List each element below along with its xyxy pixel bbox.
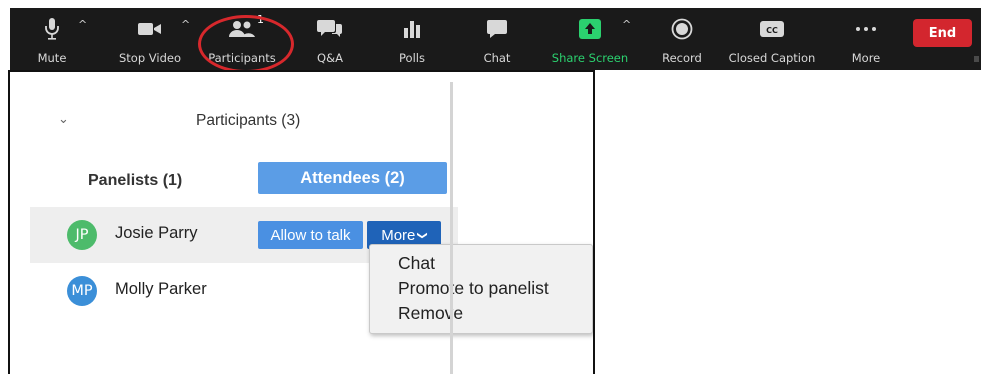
attendee-name: Josie Parry: [115, 224, 198, 242]
menu-item-chat[interactable]: Chat: [398, 253, 435, 274]
closed-caption-button[interactable]: CC Closed Caption: [727, 8, 817, 70]
polls-bars-icon: [402, 16, 422, 42]
participants-label: Participants: [208, 51, 276, 65]
share-screen-button[interactable]: Share Screen: [550, 8, 630, 70]
closed-caption-icon: CC: [759, 16, 785, 42]
qa-button[interactable]: Q&A: [312, 8, 348, 70]
stop-video-button[interactable]: Stop Video: [110, 8, 190, 70]
chat-label: Chat: [483, 51, 511, 65]
more-toolbar-button[interactable]: More: [848, 8, 884, 70]
video-options-caret-icon[interactable]: ^: [181, 18, 190, 31]
mute-options-caret-icon[interactable]: ^: [78, 18, 87, 31]
participants-panel: ⌄ Participants (3) Panelists (1) Attende…: [20, 82, 593, 374]
chevron-down-icon: ❯: [417, 230, 429, 240]
more-options-menu: Chat Promote to panelist Remove: [369, 244, 593, 334]
polls-label: Polls: [399, 51, 425, 65]
participants-count-badge: 1: [257, 13, 264, 26]
share-options-caret-icon[interactable]: ^: [622, 18, 631, 31]
collapse-chevron-icon[interactable]: ⌄: [58, 112, 69, 127]
record-button[interactable]: Record: [658, 8, 706, 70]
panel-title: Participants (3): [196, 112, 301, 129]
tab-panelists[interactable]: Panelists (1): [88, 172, 182, 190]
meeting-toolbar: Mute ^ Stop Video ^ Participants 1 Q&A P…: [10, 8, 981, 70]
panel-divider[interactable]: [450, 82, 453, 374]
attendee-name: Molly Parker: [115, 280, 207, 298]
toolbar-resize-grip[interactable]: [974, 56, 979, 62]
chat-button[interactable]: Chat: [479, 8, 515, 70]
stop-video-label: Stop Video: [118, 51, 182, 65]
record-label: Record: [662, 51, 702, 65]
cc-badge-text: CC: [766, 26, 778, 35]
more-toolbar-label: More: [851, 51, 881, 65]
mute-button[interactable]: Mute: [32, 8, 72, 70]
allow-to-talk-button[interactable]: Allow to talk: [258, 221, 363, 249]
participants-panel-frame: ⌄ Participants (3) Panelists (1) Attende…: [8, 70, 595, 374]
closed-caption-label: Closed Caption: [728, 51, 816, 65]
more-options-label: More: [381, 226, 416, 244]
end-meeting-button[interactable]: End: [913, 19, 972, 47]
more-dots-icon: [854, 16, 878, 42]
tab-attendees[interactable]: Attendees (2): [258, 162, 447, 194]
polls-button[interactable]: Polls: [394, 8, 430, 70]
share-screen-label: Share Screen: [551, 51, 629, 65]
participants-button[interactable]: Participants: [206, 8, 278, 70]
record-icon: [671, 16, 693, 42]
microphone-icon: [44, 16, 60, 42]
share-screen-arrow-icon: [578, 16, 602, 42]
menu-item-promote-to-panelist[interactable]: Promote to panelist: [398, 278, 549, 299]
mute-label: Mute: [37, 51, 67, 65]
qa-bubbles-icon: [317, 16, 343, 42]
menu-item-remove[interactable]: Remove: [398, 303, 463, 324]
qa-label: Q&A: [317, 51, 343, 65]
avatar: MP: [67, 276, 97, 306]
avatar: JP: [67, 220, 97, 250]
participants-icon: [227, 16, 257, 42]
chat-bubble-icon: [486, 16, 508, 42]
video-camera-icon: [137, 16, 163, 42]
